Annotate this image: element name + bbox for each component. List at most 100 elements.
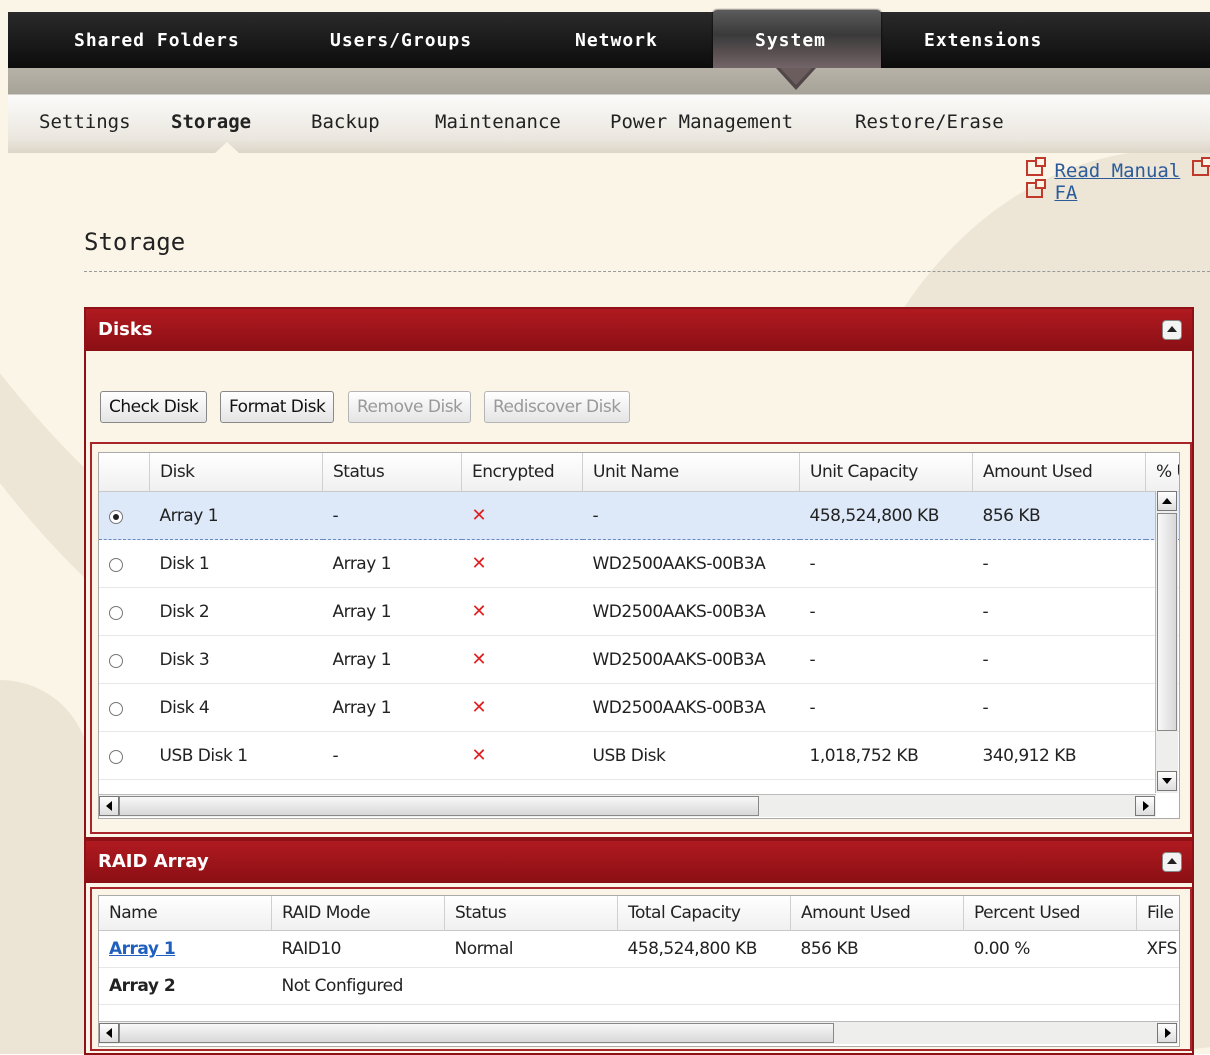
raid-horizontal-scrollbar[interactable] [99, 1021, 1178, 1044]
cell-amount-used: 856 KB [790, 930, 964, 968]
subnav-power-management[interactable]: Power Management [610, 111, 793, 133]
cell-unit-name: USB Disk [582, 731, 800, 780]
scroll-up-arrow-icon[interactable] [1157, 491, 1177, 511]
row-radio-button[interactable] [109, 701, 123, 716]
row-radio-button[interactable] [109, 749, 123, 764]
remove-disk-button[interactable]: Remove Disk [348, 391, 472, 423]
scroll-down-arrow-icon[interactable] [1157, 771, 1177, 791]
tab-extensions[interactable]: Extensions [924, 12, 1042, 68]
cell-amount-used: - [982, 601, 989, 622]
col-raid-mode[interactable]: RAID Mode [271, 896, 445, 931]
cell-status: Array 1 [322, 587, 462, 636]
cell-disk: Disk 3 [159, 649, 210, 670]
cell-raid-mode: RAID10 [271, 930, 445, 968]
cell-status: Array 1 [322, 635, 462, 684]
disks-horizontal-scrollbar[interactable] [99, 794, 1156, 817]
col-status[interactable]: Status [322, 453, 462, 492]
subnav-maintenance[interactable]: Maintenance [435, 111, 561, 133]
cell-amount-used: - [972, 635, 1146, 684]
subnav-active-caret [215, 142, 239, 153]
scroll-left-arrow-icon[interactable] [99, 796, 119, 816]
faq-link[interactable]: FA [1054, 182, 1077, 204]
cell-status: Normal [444, 930, 618, 968]
table-row[interactable]: USB Disk 1 - ✕ USB Disk 1,018,752 KB 340,912 … [99, 731, 1179, 780]
not-encrypted-icon: ✕ [471, 649, 487, 670]
read-manual-link[interactable]: Read Manual [1054, 160, 1180, 182]
table-row[interactable]: Disk 1 Array 1 ✕ WD2500AAKS-00B3A - - [99, 539, 1179, 588]
col-unit-capacity[interactable]: Unit Capacity [799, 453, 973, 492]
collapse-icon[interactable] [1162, 320, 1182, 340]
external-link-icon [1191, 157, 1210, 176]
cell-file: XFS [1136, 930, 1179, 968]
cell-status: - [322, 731, 462, 780]
array-name: Array 2 [109, 976, 176, 996]
raid-header-row: Name RAID Mode Status Total Capacity Amo… [99, 896, 1179, 931]
check-disk-button[interactable]: Check Disk [100, 391, 208, 423]
cell-status: - [322, 491, 462, 540]
sub-nav: Settings Storage Backup Maintenance Powe… [8, 94, 1210, 153]
disks-header-row: Disk Status Encrypted Unit Name Unit Cap… [99, 453, 1179, 492]
collapse-icon[interactable] [1162, 852, 1182, 872]
tab-users-groups[interactable]: Users/Groups [330, 12, 472, 68]
tab-network[interactable]: Network [575, 12, 658, 68]
scroll-left-arrow-icon[interactable] [99, 1023, 119, 1043]
col-name[interactable]: Name [99, 896, 272, 931]
row-radio-button[interactable] [109, 557, 123, 572]
col-unit-name[interactable]: Unit Name [582, 453, 800, 492]
not-encrypted-icon: ✕ [461, 539, 583, 588]
cell-status [444, 967, 618, 1005]
not-encrypted-icon: ✕ [461, 635, 583, 684]
cell-amount-used: - [982, 553, 989, 574]
table-row[interactable]: Array 2 Not Configured [99, 967, 1179, 1005]
top-nav: Shared Folders Users/Groups Network Syst… [8, 10, 1210, 72]
subnav-backup[interactable]: Backup [311, 111, 380, 133]
cell-unit-capacity: - [799, 683, 973, 732]
row-radio-button[interactable] [109, 509, 123, 524]
cell-amount-used-value: 856 KB [800, 939, 859, 959]
subnav-restore-erase[interactable]: Restore/Erase [855, 111, 1004, 133]
array-name[interactable]: Array 1 [109, 939, 176, 959]
col-percent-used[interactable]: Percent Used [963, 896, 1137, 931]
table-row[interactable]: Disk 2 Array 1 ✕ WD2500AAKS-00B3A - - [99, 587, 1179, 636]
cell-select [99, 635, 150, 684]
cell-amount-used: 856 KB [972, 491, 1146, 540]
cell-unit-capacity: - [809, 649, 816, 670]
not-encrypted-icon: ✕ [471, 601, 487, 622]
tab-system[interactable]: System [755, 12, 826, 68]
disks-vertical-scrollbar[interactable] [1155, 491, 1178, 793]
col-file-system[interactable]: File [1136, 896, 1179, 931]
col-status[interactable]: Status [444, 896, 618, 931]
col-percent-used[interactable]: % U [1145, 453, 1179, 492]
col-disk[interactable]: Disk [149, 453, 323, 492]
col-total-capacity[interactable]: Total Capacity [617, 896, 791, 931]
cell-unit-capacity: - [799, 539, 973, 588]
scroll-right-arrow-icon[interactable] [1157, 1023, 1177, 1043]
cell-disk: USB Disk 1 [149, 731, 323, 780]
scroll-right-arrow-icon[interactable] [1135, 796, 1155, 816]
row-radio-button[interactable] [109, 605, 123, 620]
cell-unit-capacity: 458,524,800 KB [799, 491, 973, 540]
col-amount-used[interactable]: Amount Used [972, 453, 1146, 492]
scroll-thumb[interactable] [119, 1023, 834, 1043]
subnav-storage[interactable]: Storage [171, 111, 251, 133]
table-row[interactable]: Disk 3 Array 1 ✕ WD2500AAKS-00B3A - - [99, 635, 1179, 684]
rediscover-disk-button[interactable]: Rediscover Disk [484, 391, 630, 423]
table-row[interactable]: Array 1 RAID10 Normal 458,524,800 KB 856 KB 0… [99, 930, 1179, 968]
page-title: Storage [84, 228, 186, 256]
cell-select [99, 539, 150, 588]
format-disk-button[interactable]: Format Disk [220, 391, 335, 423]
row-radio-button[interactable] [109, 653, 123, 668]
cell-unit-name: WD2500AAKS-00B3A [592, 649, 766, 670]
tab-shared-folders[interactable]: Shared Folders [74, 12, 240, 68]
cell-status: Array 1 [332, 553, 392, 574]
cell-disk: Disk 3 [149, 635, 323, 684]
subnav-settings[interactable]: Settings [39, 111, 131, 133]
not-encrypted-icon: ✕ [471, 697, 487, 718]
col-amount-used[interactable]: Amount Used [790, 896, 964, 931]
scroll-thumb[interactable] [119, 796, 759, 816]
col-encrypted[interactable]: Encrypted [461, 453, 583, 492]
cell-disk: Disk 1 [159, 553, 210, 574]
table-row[interactable]: Disk 4 Array 1 ✕ WD2500AAKS-00B3A - - [99, 683, 1179, 732]
scroll-thumb[interactable] [1157, 513, 1177, 731]
table-row[interactable]: Array 1 - ✕ - 458,524,800 KB 856 KB [99, 491, 1179, 540]
